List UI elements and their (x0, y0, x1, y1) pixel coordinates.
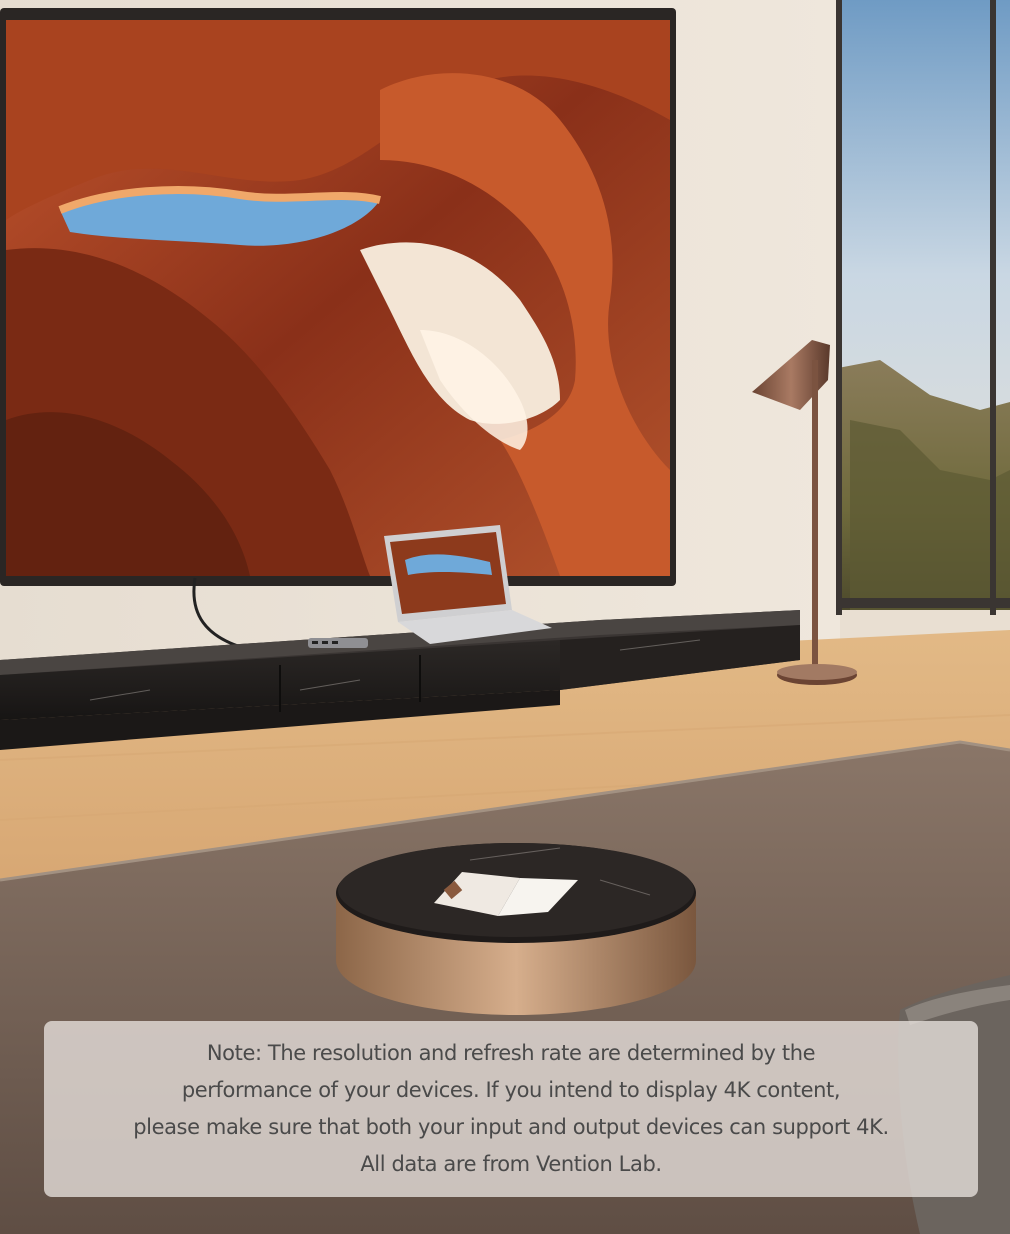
note-line: performance of your devices. If you inte… (181, 1078, 841, 1102)
resolution-note-panel: Note: The resolution and refresh rate ar… (44, 1021, 978, 1197)
note-line: please make sure that both your input an… (133, 1115, 889, 1139)
note-line: All data are from Vention Lab. (360, 1152, 662, 1176)
note-line: Note: The resolution and refresh rate ar… (206, 1041, 816, 1065)
product-scene: Note: The resolution and refresh rate ar… (0, 0, 1010, 1234)
